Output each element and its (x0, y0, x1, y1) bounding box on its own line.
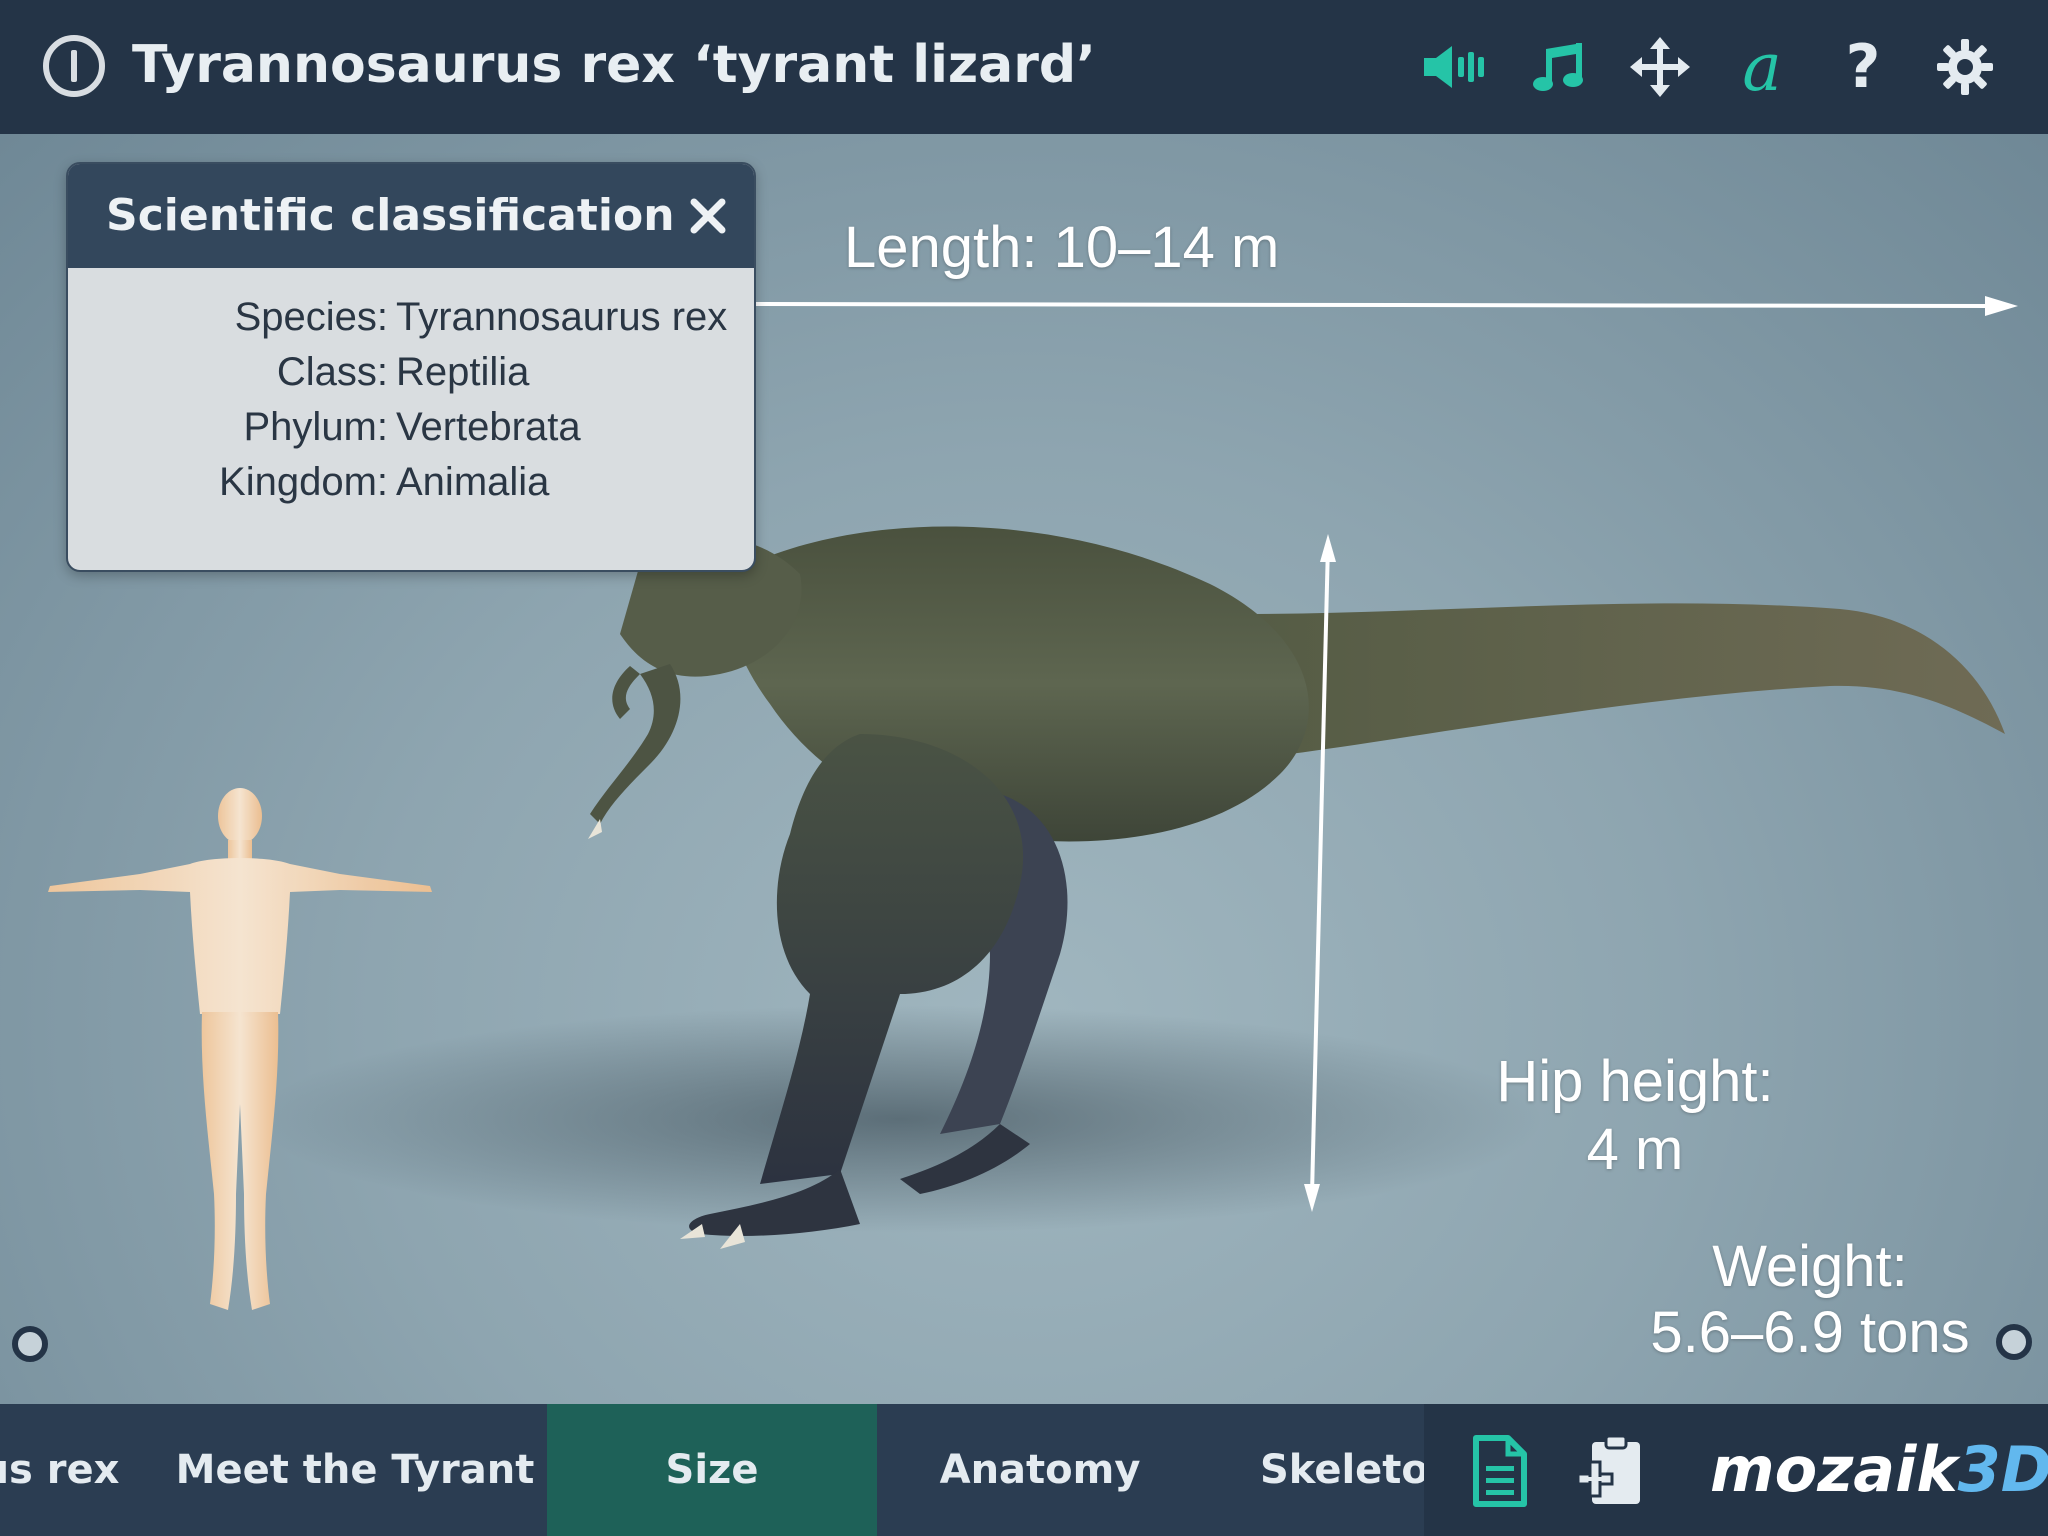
brand-suffix: 3D (1957, 1433, 2048, 1506)
slider-right-handle[interactable] (1996, 1324, 2032, 1360)
classification-header: Scientific classification (68, 164, 754, 268)
move-icon[interactable] (1625, 32, 1695, 102)
speaker-icon[interactable] (1420, 32, 1490, 102)
classification-label: Species: (234, 295, 388, 339)
weight-label: Weight: 5.6–6.9 tons (1620, 1234, 2000, 1366)
classification-value: Vertebrata (396, 405, 581, 449)
app-title: Tyrannosaurus rex ‘tyrant lizard’ (132, 35, 1096, 95)
classification-value: Reptilia (396, 350, 530, 394)
classification-row-phylum: Phylum: Vertebrata (68, 400, 754, 455)
add-to-clipboard-icon[interactable] (1576, 1432, 1646, 1510)
hip-height-value: 4 m (1586, 1117, 1684, 1182)
classification-value: Tyrannosaurus rex (396, 295, 728, 339)
gear-icon[interactable] (1930, 32, 2000, 102)
length-label: Length: 10–14 m (844, 215, 1280, 280)
brand-name: mozaik (1710, 1433, 1958, 1506)
text-a-icon[interactable]: a (1727, 29, 1797, 106)
tab-skeleton[interactable]: Skeleto (1260, 1404, 1424, 1536)
classification-label: Kingdom: (219, 460, 388, 504)
tab-tyrannosaurus-rex[interactable]: us rex (0, 1404, 150, 1536)
music-note-icon[interactable] (1523, 32, 1593, 102)
classification-panel: Scientific classification Species: Tyran… (66, 162, 756, 572)
help-icon[interactable]: ? (1828, 32, 1898, 102)
tab-size[interactable]: Size (547, 1404, 877, 1536)
slider-left-handle[interactable] (12, 1326, 48, 1362)
document-icon[interactable] (1464, 1432, 1534, 1510)
top-bar: Tyrannosaurus rex ‘tyrant lizard’ a ? (0, 0, 2048, 134)
hip-height-label: Hip height: 4 m (1440, 1048, 1830, 1184)
scene-tabs: us rex Meet the Tyrant Size Anatomy Skel… (0, 1404, 1424, 1536)
classification-row-class: Class: Reptilia (68, 345, 754, 400)
classification-title: Scientific classification (106, 190, 675, 241)
classification-value: Animalia (396, 460, 550, 504)
close-icon[interactable] (680, 188, 736, 244)
power-icon[interactable] (40, 32, 108, 100)
classification-row-kingdom: Kingdom: Animalia (68, 455, 754, 510)
classification-label: Class: (276, 350, 388, 394)
tab-meet-the-tyrant[interactable]: Meet the Tyrant (170, 1404, 540, 1536)
weight-title: Weight: (1712, 1234, 1908, 1299)
classification-label: Phylum: (243, 405, 389, 449)
classification-body: Species: Tyrannosaurus rex Class: Reptil… (68, 268, 754, 510)
weight-value: 5.6–6.9 tons (1650, 1300, 1970, 1365)
tab-anatomy[interactable]: Anatomy (880, 1404, 1200, 1536)
brand-logo: mozaik3D (1710, 1428, 2048, 1512)
bottom-bar: us rex Meet the Tyrant Size Anatomy Skel… (0, 1404, 2048, 1536)
hip-height-title: Hip height: (1496, 1049, 1774, 1114)
classification-row-species: Species: Tyrannosaurus rex (68, 290, 754, 345)
